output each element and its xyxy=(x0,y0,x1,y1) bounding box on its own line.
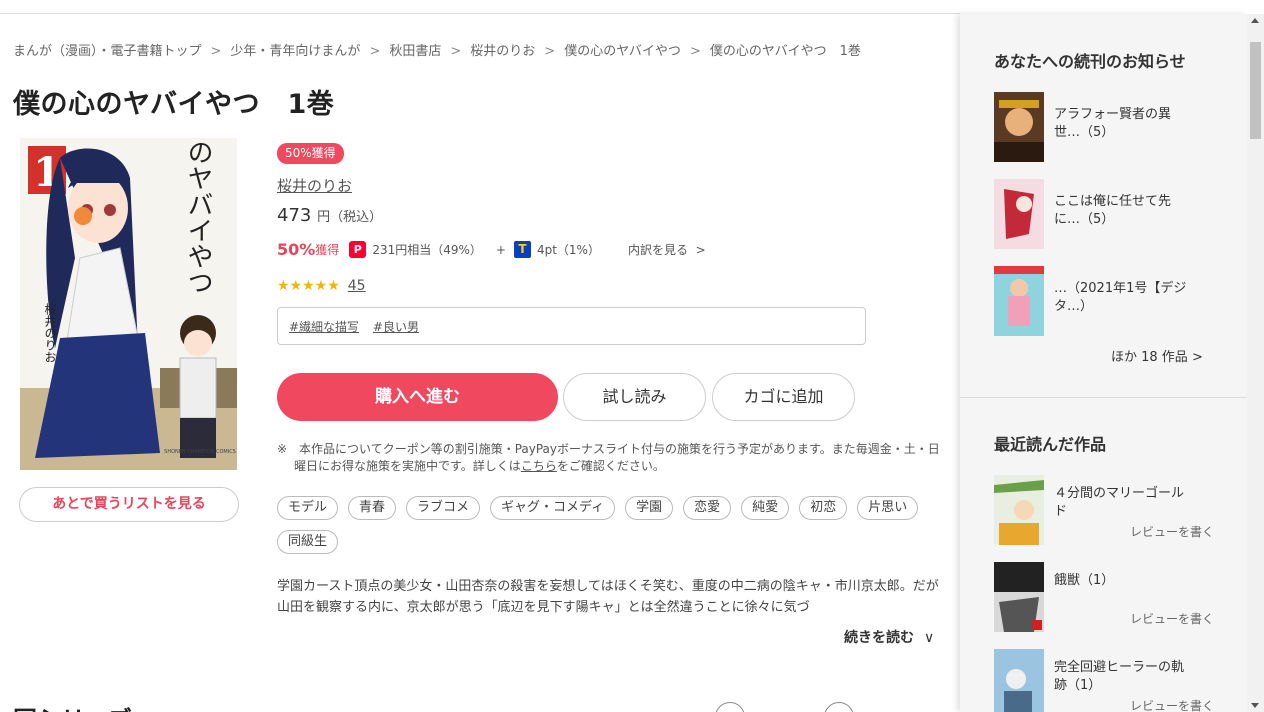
recent-item-title: 完全回避ヒーラーの軌跡（1） xyxy=(1054,660,1185,693)
notify-thumbnail xyxy=(994,92,1044,162)
breadcrumb-separator: > xyxy=(369,44,381,59)
sidebar-divider xyxy=(960,397,1247,398)
breadcrumb: まんが（漫画）・電子書籍トップ > 少年・青年向けまんが > 秋田書店 > 桜井のりお > 僕の… xyxy=(13,40,861,59)
buy-button[interactable]: 購入へ進む xyxy=(277,373,558,421)
chevron-right-icon: > xyxy=(695,243,706,257)
plus-sign: + xyxy=(495,242,506,257)
breakdown-label: 内訳を見る xyxy=(627,243,688,257)
breadcrumb-separator: > xyxy=(450,44,462,59)
breadcrumb-item-author[interactable]: 桜井のりお xyxy=(470,44,535,59)
price: 473 円（税込） xyxy=(277,205,382,226)
breadcrumb-item-top[interactable]: まんが（漫画）・電子書籍トップ xyxy=(13,44,202,59)
genre-tag[interactable]: ラブコメ xyxy=(406,496,481,520)
genre-tag[interactable]: 恋愛 xyxy=(683,496,732,520)
series-heading: 同シリーズ xyxy=(13,700,132,712)
genre-tag[interactable]: 片思い xyxy=(857,496,919,520)
points-get-label: 獲得 xyxy=(315,243,340,257)
recent-item-title: 餓獣（1） xyxy=(1054,573,1115,588)
series-filter-radio[interactable] xyxy=(715,702,745,712)
genre-tag[interactable]: 学園 xyxy=(625,496,674,520)
scrollbar[interactable] xyxy=(1247,14,1264,712)
notify-item[interactable]: ここは俺に任せて先に…（5） xyxy=(994,179,1234,249)
tag-link[interactable]: #良い男 xyxy=(373,320,419,334)
notify-item-title: アラフォー賢者の異世…（5） xyxy=(1054,107,1172,140)
cover-illustration: 1 僕の心のヤバイやつ 桜井のりお SHONEN CHAMPION COMICS xyxy=(20,138,237,470)
read-more-label: 続きを読む xyxy=(844,630,914,646)
breadcrumb-item-publisher[interactable]: 秋田書店 xyxy=(389,44,441,59)
sidebar: あなたへの続刊のお知らせ アラフォー賢者の異世…（5） ここは俺に任せて先に…（… xyxy=(960,14,1247,712)
series-filter-radio[interactable] xyxy=(824,702,854,712)
paypay-icon: P xyxy=(349,241,367,258)
add-to-cart-button[interactable]: カゴに追加 xyxy=(712,373,855,421)
tag-box: #繊細な描写 #良い男 xyxy=(277,307,866,345)
view-later-list-button[interactable]: あとで買うリストを見る xyxy=(19,487,239,522)
tpoint-points: 4pt（1%） xyxy=(536,243,600,257)
breadcrumb-separator: > xyxy=(210,44,222,59)
review-count-link[interactable]: 45 xyxy=(348,278,366,294)
chevron-down-icon: ∨ xyxy=(924,630,935,646)
tag-link[interactable]: #繊細な描写 xyxy=(289,320,359,334)
notify-thumbnail xyxy=(994,179,1044,249)
recent-item-title: ４分間のマリーゴールド xyxy=(1054,486,1185,519)
promotion-note: ※ 本作品についてクーポン等の割引施策・PayPayボーナスライト付与の施策を行… xyxy=(277,441,942,475)
breadcrumb-item-current: 僕の心のヤバイやつ 1巻 xyxy=(709,44,861,59)
notify-item-title: ここは俺に任せて先に…（5） xyxy=(1054,194,1172,227)
scrollbar-thumb[interactable] xyxy=(1250,42,1261,139)
author-link[interactable]: 桜井のりお xyxy=(277,175,352,196)
main-content: まんが（漫画）・電子書籍トップ > 少年・青年向けまんが > 秋田書店 > 桜井のりお > 僕の… xyxy=(0,0,960,712)
genre-tags: モデル 青春 ラブコメ ギャグ・コメディ 学園 恋愛 純愛 初恋 片思い 同級生 xyxy=(277,496,947,554)
notify-more-link[interactable]: ほか 18 作品 > xyxy=(1111,346,1203,365)
cover-label: SHONEN CHAMPION COMICS xyxy=(164,449,236,455)
recent-thumbnail xyxy=(994,475,1044,545)
genre-tag[interactable]: 純愛 xyxy=(741,496,790,520)
genre-tag[interactable]: 青春 xyxy=(348,496,397,520)
notify-item[interactable]: アラフォー賢者の異世…（5） xyxy=(994,92,1234,162)
breadcrumb-item-category[interactable]: 少年・青年向けまんが xyxy=(230,44,360,59)
points-row: 50% 獲得 P 231円相当（49%） + T 4pt（1%） 内訳を見る > xyxy=(277,240,706,259)
breadcrumb-separator: > xyxy=(689,44,701,59)
notify-item-title: …（2021年1号【デジタ…） xyxy=(1054,281,1187,314)
recent-item[interactable]: 餓獣（1） レビューを書く xyxy=(994,562,1234,632)
breadcrumb-separator: > xyxy=(544,44,556,59)
breadcrumb-item-series[interactable]: 僕の心のヤバイやつ xyxy=(564,44,681,59)
write-review-link[interactable]: レビューを書く xyxy=(1130,697,1214,712)
cover-title: 僕の心のヤバイやつ xyxy=(183,138,213,295)
read-more-button[interactable]: 続きを読む ∨ xyxy=(844,627,934,647)
price-unit: 円（税込） xyxy=(317,210,383,225)
recent-item[interactable]: ４分間のマリーゴールド レビューを書く xyxy=(994,475,1234,545)
star-rating-icon: ★★★★★ xyxy=(277,278,340,294)
note-text-end: をご確認ください。 xyxy=(556,459,665,473)
recent-thumbnail xyxy=(994,562,1044,632)
trial-read-button[interactable]: 試し読み xyxy=(563,373,706,421)
recent-heading: 最近読んだ作品 xyxy=(994,435,1107,454)
notify-item[interactable]: …（2021年1号【デジタ…） xyxy=(994,266,1234,336)
recent-item[interactable]: 完全回避ヒーラーの軌跡（1） レビューを書く xyxy=(994,649,1234,712)
points-badge: 50%獲得 xyxy=(277,143,344,164)
genre-tag[interactable]: ギャグ・コメディ xyxy=(490,496,616,520)
write-review-link[interactable]: レビューを書く xyxy=(1130,610,1214,627)
scroll-down-icon[interactable] xyxy=(1251,703,1259,708)
note-link[interactable]: こちら xyxy=(521,459,557,473)
rating: ★★★★★ 45 xyxy=(277,278,366,294)
tpoint-icon: T xyxy=(513,241,531,258)
notify-thumbnail xyxy=(994,266,1044,336)
page-title: 僕の心のヤバイやつ 1巻 xyxy=(13,89,335,120)
cover-author: 桜井のりお xyxy=(43,303,57,363)
genre-tag[interactable]: 同級生 xyxy=(277,530,339,554)
book-description: 学園カースト頂点の美少女・山田杏奈の殺害を妄想してはほくそ笑む、重度の中二病の陰… xyxy=(277,579,939,615)
recent-thumbnail xyxy=(994,649,1044,712)
write-review-link[interactable]: レビューを書く xyxy=(1130,523,1214,540)
paypay-points: 231円相当（49%） xyxy=(372,243,482,257)
points-percent: 50% xyxy=(277,240,316,259)
price-amount: 473 xyxy=(277,205,312,226)
genre-tag[interactable]: モデル xyxy=(277,496,339,520)
book-cover-image[interactable]: 1 僕の心のヤバイやつ 桜井のりお SHONEN CHAMPION COMICS xyxy=(20,138,237,470)
scroll-up-icon[interactable] xyxy=(1251,18,1259,23)
points-breakdown-link[interactable]: 内訳を見る > xyxy=(628,241,706,258)
genre-tag[interactable]: 初恋 xyxy=(799,496,848,520)
notify-heading: あなたへの続刊のお知らせ xyxy=(994,52,1186,71)
